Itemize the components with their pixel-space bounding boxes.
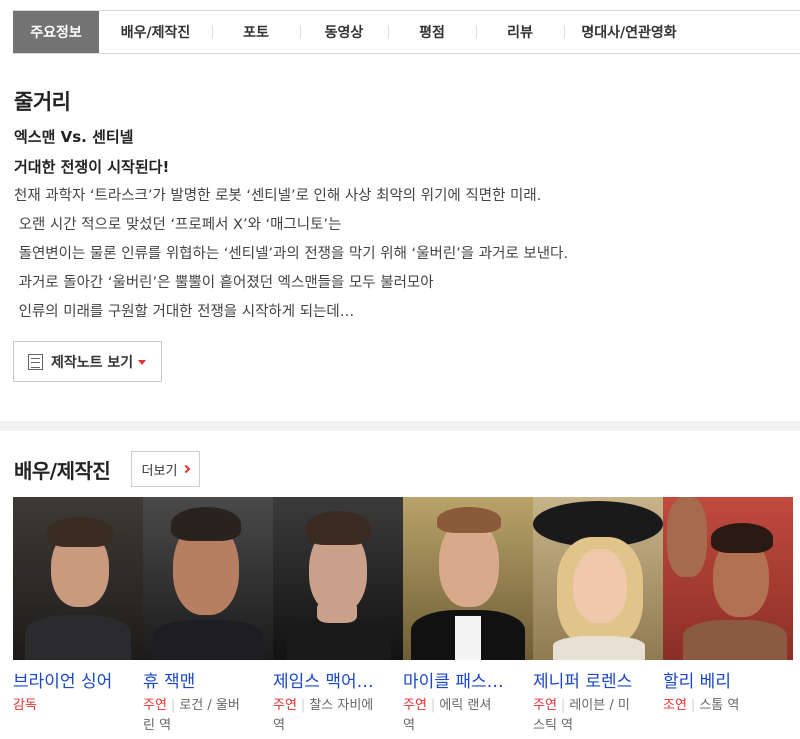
document-icon: [28, 353, 43, 370]
synopsis-line: 인류의 미래를 구원할 거대한 전쟁을 시작하게 되는데…: [14, 304, 355, 320]
cast-list: 브라이언 싱어 감독 휴 잭맨 주연 | 로건 / 울버 린 역 제임스 맥어… 주…: [13, 497, 793, 736]
role-name-continued: 스틱 역: [533, 718, 574, 733]
cast-name[interactable]: 마이클 패스…: [403, 667, 527, 692]
chevron-right-icon: [182, 464, 191, 474]
cast-role: 주연 | 로건 / 울버 린 역: [143, 696, 263, 736]
cast-name[interactable]: 제임스 맥어…: [273, 667, 397, 692]
synopsis-line: 오랜 시간 적으로 맞섰던 ‘프로페서 X’와 ‘매그니토’는: [14, 217, 342, 233]
cast-name[interactable]: 브라이언 싱어: [13, 667, 137, 692]
cast-photo[interactable]: [533, 497, 663, 660]
cast-photo[interactable]: [13, 497, 143, 660]
role-type: 조연: [663, 698, 687, 713]
tab-rating[interactable]: 평점: [388, 11, 476, 53]
tab-review[interactable]: 리뷰: [476, 11, 564, 53]
more-label: 더보기: [141, 463, 178, 479]
role-separator: |: [170, 698, 176, 713]
role-name: 레이븐 / 미: [569, 698, 630, 713]
role-name-continued: 린 역: [143, 718, 172, 733]
role-name: 에릭 랜셔: [439, 698, 492, 713]
cast-photo[interactable]: [143, 497, 273, 660]
cast-card[interactable]: 할리 베리 조연 | 스톰 역: [663, 497, 793, 736]
role-type: 주연: [403, 698, 427, 713]
cast-card[interactable]: 마이클 패스… 주연 | 에릭 랜셔 역: [403, 497, 533, 736]
tab-bar: 주요정보 배우/제작진 포토 동영상 평점 리뷰 명대사/연관영화: [13, 10, 800, 54]
role-separator: |: [300, 698, 306, 713]
cast-card[interactable]: 브라이언 싱어 감독: [13, 497, 143, 736]
production-notes-button[interactable]: 제작노트 보기: [13, 341, 162, 382]
tab-video[interactable]: 동영상: [300, 11, 388, 53]
tab-main-info[interactable]: 주요정보: [13, 11, 99, 53]
role-separator: |: [560, 698, 566, 713]
synopsis-line: 천재 과학자 ‘트라스크’가 발명한 로봇 ‘센티넬’로 인해 사상 최악의 위…: [14, 188, 542, 204]
cast-name[interactable]: 할리 베리: [663, 667, 787, 692]
cast-card[interactable]: 제임스 맥어… 주연 | 찰스 자비에 역: [273, 497, 403, 736]
synopsis-line: 과거로 돌아간 ‘울버린’은 뿔뿔이 흩어졌던 엑스맨들을 모두 불러모아: [14, 275, 434, 291]
cast-role: 감독: [13, 696, 133, 716]
cast-role: 주연 | 찰스 자비에 역: [273, 696, 393, 736]
cast-photo[interactable]: [273, 497, 403, 660]
tab-photo[interactable]: 포토: [212, 11, 300, 53]
role-type: 주연: [143, 698, 167, 713]
role-name: 찰스 자비에: [309, 698, 374, 713]
cast-card[interactable]: 휴 잭맨 주연 | 로건 / 울버 린 역: [143, 497, 273, 736]
role-name-continued: 역: [403, 718, 415, 733]
synopsis-headline-1: 엑스맨 Vs. 센티넬: [14, 128, 134, 146]
more-button[interactable]: 더보기: [131, 451, 200, 487]
synopsis-line: 돌연변이는 물론 인류를 위협하는 ‘센티넬’과의 전쟁을 막기 위해 ‘울버린…: [14, 246, 568, 262]
role-type: 감독: [13, 698, 37, 713]
role-name: 로건 / 울버: [179, 698, 240, 713]
section-divider: [0, 421, 800, 431]
role-name: 스톰 역: [699, 698, 740, 713]
synopsis-headline-2: 거대한 전쟁이 시작된다!: [14, 158, 170, 176]
caret-down-icon: [138, 360, 147, 365]
synopsis-title: 줄거리: [14, 90, 71, 114]
role-name-continued: 역: [273, 718, 285, 733]
cast-name[interactable]: 제니퍼 로렌스: [533, 667, 657, 692]
cast-section-title: 배우/제작진: [14, 459, 111, 483]
cast-photo[interactable]: [403, 497, 533, 660]
cast-card[interactable]: 제니퍼 로렌스 주연 | 레이븐 / 미 스틱 역: [533, 497, 663, 736]
role-type: 주연: [273, 698, 297, 713]
cast-photo[interactable]: [663, 497, 793, 660]
production-notes-label: 제작노트 보기: [51, 354, 134, 371]
cast-role: 주연 | 레이븐 / 미 스틱 역: [533, 696, 653, 736]
tab-cast-crew[interactable]: 배우/제작진: [99, 11, 212, 53]
role-separator: |: [430, 698, 436, 713]
role-separator: |: [690, 698, 696, 713]
tab-quotes-related[interactable]: 명대사/연관영화: [564, 11, 694, 53]
role-type: 주연: [533, 698, 557, 713]
cast-role: 주연 | 에릭 랜셔 역: [403, 696, 523, 736]
cast-role: 조연 | 스톰 역: [663, 696, 783, 716]
cast-name[interactable]: 휴 잭맨: [143, 667, 267, 692]
